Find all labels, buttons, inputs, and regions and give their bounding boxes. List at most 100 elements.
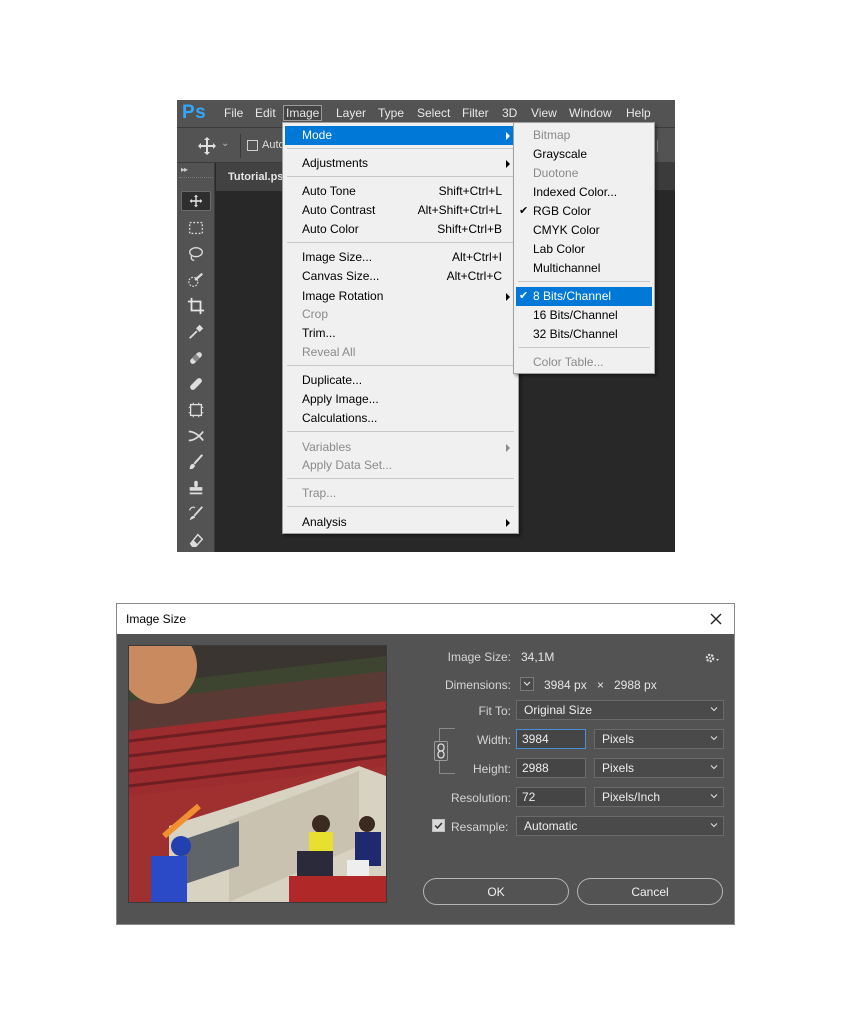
menu-view[interactable]: View [531,106,557,120]
menu-item-apply-image[interactable]: Apply Image... [285,390,516,409]
resample-label: Resample: [451,820,509,834]
tool-content-aware[interactable] [181,425,211,447]
tool-history-brush[interactable] [181,503,211,525]
mode-submenu: Bitmap Grayscale Duotone Indexed Color..… [513,122,655,374]
tool-marquee[interactable] [181,217,211,239]
tool-lasso[interactable] [181,243,211,265]
ok-button[interactable]: OK [423,878,569,905]
panel-collapse-icon[interactable]: ▸▸ [181,165,188,174]
stamp-icon [189,480,203,495]
menu-filter[interactable]: Filter [462,106,489,120]
width-input[interactable]: 3984 [516,729,586,749]
photoshop-logo: Ps [182,102,207,123]
tool-brush[interactable] [181,451,211,473]
menu-image[interactable]: Image [283,105,323,121]
submenu-arrow-icon [506,519,510,527]
tool-frame[interactable] [181,399,211,421]
tool-stamp[interactable] [181,477,211,499]
width-unit-select[interactable]: Pixels [594,729,724,749]
resolution-unit-select[interactable]: Pixels/Inch [594,787,724,807]
tool-brush-patch[interactable] [181,373,211,395]
width-label: Width: [476,733,511,747]
submenu-item-32-bits[interactable]: 32 Bits/Channel [516,325,652,344]
menu-item-apply-data-set: Apply Data Set... [302,458,393,472]
tool-eraser[interactable] [181,529,211,551]
checkmark-icon: ✔ [519,204,529,217]
divider [240,134,241,158]
history-brush-icon [189,506,203,521]
menu-help[interactable]: Help [626,106,651,120]
menu-file[interactable]: File [224,106,243,120]
lasso-icon [189,247,203,261]
menu-item-image-size[interactable]: Image Size... Alt+Ctrl+I [285,248,516,267]
tool-eyedropper[interactable] [181,321,211,343]
menu-separator [518,347,650,348]
dimensions-unit-dropdown[interactable] [520,677,534,691]
menu-separator [287,431,514,432]
move-tool-icon[interactable] [197,136,217,156]
submenu-item-indexed-color[interactable]: Indexed Color... [516,183,652,202]
menu-item-image-rotation[interactable]: Image Rotation [285,287,516,306]
submenu-item-cmyk-color[interactable]: CMYK Color [516,221,652,240]
height-unit-select[interactable]: Pixels [594,758,724,778]
submenu-item-8-bits[interactable]: ✔ 8 Bits/Channel [516,287,652,306]
menu-separator [287,506,514,507]
resample-checkbox[interactable] [432,819,445,832]
close-icon[interactable] [706,609,726,629]
menu-item-mode[interactable]: Mode [285,126,516,145]
tool-move[interactable] [181,191,211,211]
dialog-title: Image Size [126,612,187,626]
crop-icon [187,297,205,315]
submenu-item-multichannel[interactable]: Multichannel [516,259,652,278]
image-size-dialog: Image Size Image Size: 34,1M Dimensions:… [116,603,735,925]
menu-item-analysis[interactable]: Analysis [285,513,516,532]
image-size-label: Image Size: [447,650,511,664]
menu-select[interactable]: Select [417,106,450,120]
menu-item-reveal-all: Reveal All [302,345,356,359]
submenu-item-lab-color[interactable]: Lab Color [516,240,652,259]
panel-grip[interactable] [179,177,213,180]
submenu-item-grayscale[interactable]: Grayscale [516,145,652,164]
crossed-arrows-icon [188,430,204,442]
menu-layer[interactable]: Layer [336,106,366,120]
menu-item-calculations[interactable]: Calculations... [285,409,516,428]
menu-item-trim[interactable]: Trim... [285,324,516,343]
resolution-label: Resolution: [450,791,511,805]
tool-quick-select[interactable] [181,269,211,291]
menu-edit[interactable]: Edit [255,106,276,120]
menu-item-auto-color[interactable]: Auto Color Shift+Ctrl+B [285,220,516,239]
cancel-button[interactable]: Cancel [577,878,723,905]
fit-to-select[interactable]: Original Size [516,700,724,720]
chevron-down-icon [523,681,531,686]
image-menu-dropdown: Mode Adjustments Auto Tone Shift+Ctrl+L A… [282,122,519,534]
menu-item-duplicate[interactable]: Duplicate... [285,371,516,390]
height-unit-value: Pixels [602,761,635,775]
height-input[interactable]: 2988 [516,758,586,778]
menu-3d[interactable]: 3D [502,106,517,120]
menu-item-auto-contrast[interactable]: Auto Contrast Alt+Shift+Ctrl+L [285,201,516,220]
submenu-arrow-icon [506,444,510,452]
auto-select-checkbox[interactable] [247,140,258,151]
image-size-value: 34,1M [521,650,555,664]
options-bar-edge [657,140,671,152]
tool-healing-brush[interactable] [181,347,211,369]
resolution-input[interactable]: 72 [516,787,586,807]
chevron-down-icon [710,736,718,741]
tool-crop[interactable] [181,295,211,317]
menu-item-auto-tone[interactable]: Auto Tone Shift+Ctrl+L [285,182,516,201]
submenu-item-rgb-color[interactable]: ✔ RGB Color [516,202,652,221]
submenu-item-16-bits[interactable]: 16 Bits/Channel [516,306,652,325]
width-unit-value: Pixels [602,732,635,746]
resample-select[interactable]: Automatic [516,816,724,836]
chevron-down-icon[interactable]: ⌄ [221,138,229,149]
menu-item-canvas-size[interactable]: Canvas Size... Alt+Ctrl+C [285,267,516,286]
image-preview[interactable] [128,645,387,903]
menu-item-variables: Variables [285,438,516,457]
gear-icon[interactable] [704,651,722,665]
menu-item-adjustments[interactable]: Adjustments [285,154,516,173]
bandage-icon [190,352,202,364]
menu-type[interactable]: Type [378,106,404,120]
brush-icon [189,454,204,470]
submenu-item-duotone: Duotone [533,166,579,180]
menu-window[interactable]: Window [569,106,612,120]
